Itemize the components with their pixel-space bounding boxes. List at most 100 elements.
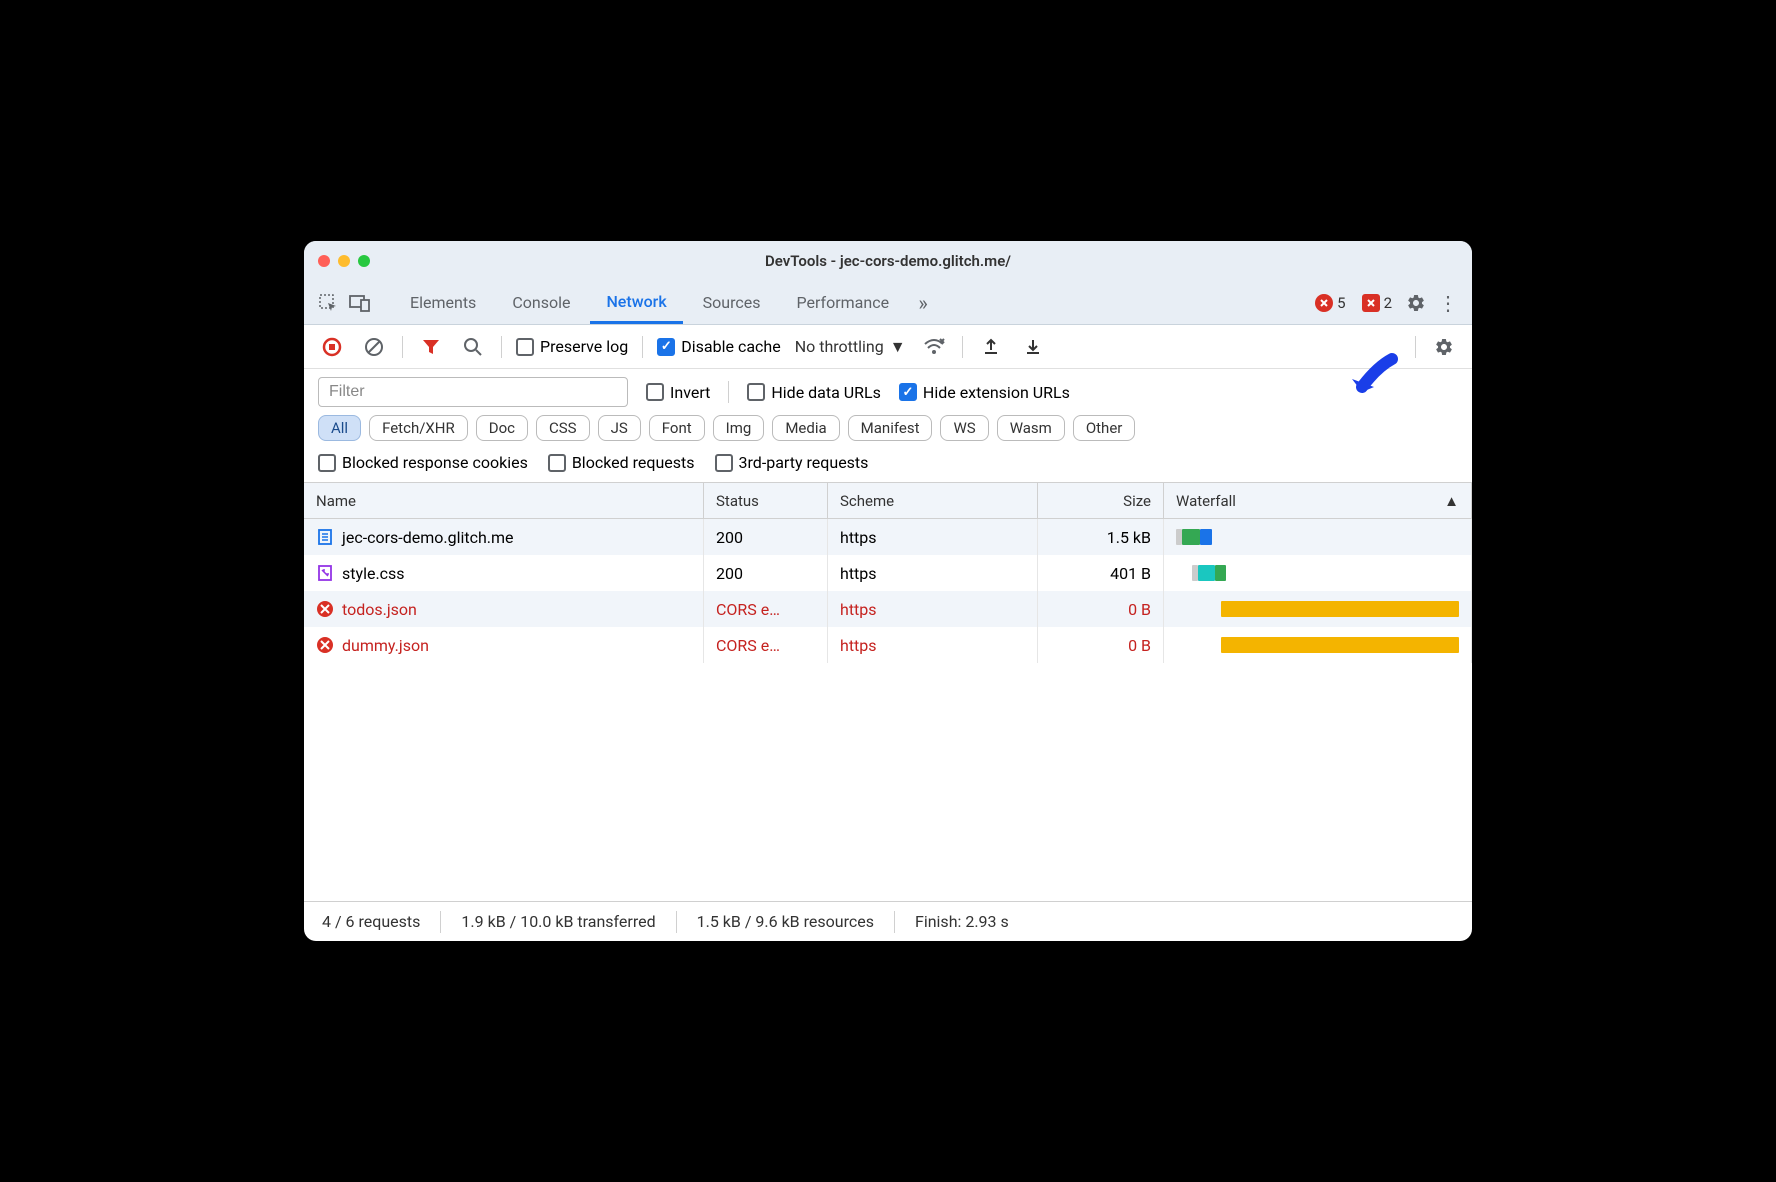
preserve-log-checkbox[interactable]: Preserve log — [516, 337, 628, 356]
request-name: dummy.json — [342, 636, 429, 655]
clear-button[interactable] — [360, 333, 388, 361]
disable-cache-label: Disable cache — [681, 337, 780, 356]
col-size[interactable]: Size — [1038, 483, 1164, 518]
chip-img[interactable]: Img — [713, 415, 765, 441]
col-name[interactable]: Name — [304, 483, 704, 518]
request-waterfall — [1164, 519, 1472, 555]
third-party-label: 3rd-party requests — [739, 453, 869, 472]
checkbox-checked-icon: ✓ — [657, 338, 675, 356]
table-header: Name Status Scheme Size Waterfall ▲ — [304, 483, 1472, 519]
checkbox-icon — [715, 454, 733, 472]
titlebar: DevTools - jec-cors-demo.glitch.me/ — [304, 241, 1472, 281]
request-scheme: https — [828, 519, 1038, 555]
kebab-menu-icon[interactable]: ⋮ — [1434, 289, 1462, 317]
hide-data-urls-checkbox[interactable]: Hide data URLs — [747, 383, 881, 402]
request-status: CORS e… — [704, 627, 828, 663]
col-scheme[interactable]: Scheme — [828, 483, 1038, 518]
status-requests: 4 / 6 requests — [322, 912, 420, 931]
chip-all[interactable]: All — [318, 415, 361, 441]
close-window-button[interactable] — [318, 255, 330, 267]
checkbox-icon — [516, 338, 534, 356]
tab-performance[interactable]: Performance — [781, 281, 906, 324]
error-count: 5 — [1337, 294, 1345, 312]
warning-icon — [1362, 294, 1380, 312]
settings-icon[interactable] — [1402, 289, 1430, 317]
request-size: 0 B — [1038, 627, 1164, 663]
request-name: todos.json — [342, 600, 417, 619]
checkbox-icon — [548, 454, 566, 472]
request-scheme: https — [828, 555, 1038, 591]
chip-other[interactable]: Other — [1073, 415, 1136, 441]
status-bar: 4 / 6 requests 1.9 kB / 10.0 kB transfer… — [304, 901, 1472, 941]
checkbox-checked-icon: ✓ — [899, 383, 917, 401]
chip-wasm[interactable]: Wasm — [997, 415, 1065, 441]
filter-icon[interactable] — [417, 333, 445, 361]
hide-extension-urls-checkbox[interactable]: ✓ Hide extension URLs — [899, 383, 1070, 402]
filter-input[interactable] — [318, 377, 628, 407]
request-scheme: https — [828, 627, 1038, 663]
request-waterfall — [1164, 591, 1472, 627]
warning-badge[interactable]: 2 — [1362, 294, 1392, 312]
chip-ws[interactable]: WS — [940, 415, 988, 441]
request-status: 200 — [704, 555, 828, 591]
hide-data-label: Hide data URLs — [771, 383, 881, 402]
status-transferred: 1.9 kB / 10.0 kB transferred — [461, 912, 655, 931]
third-party-checkbox[interactable]: 3rd-party requests — [715, 453, 869, 472]
main-tabs: Elements Console Network Sources Perform… — [304, 281, 1472, 325]
request-scheme: https — [828, 591, 1038, 627]
devtools-window: DevTools - jec-cors-demo.glitch.me/ Elem… — [304, 241, 1472, 941]
request-waterfall — [1164, 555, 1472, 591]
blocked-requests-checkbox[interactable]: Blocked requests — [548, 453, 695, 472]
minimize-window-button[interactable] — [338, 255, 350, 267]
chip-media[interactable]: Media — [772, 415, 839, 441]
search-icon[interactable] — [459, 333, 487, 361]
error-badge[interactable]: 5 — [1315, 294, 1345, 312]
throttling-select[interactable]: No throttling ▼ — [795, 337, 906, 357]
network-toolbar: Preserve log ✓ Disable cache No throttli… — [304, 325, 1472, 369]
col-status[interactable]: Status — [704, 483, 828, 518]
file-icon — [316, 528, 334, 546]
error-icon — [1315, 294, 1333, 312]
tab-console[interactable]: Console — [496, 281, 586, 324]
table-row[interactable]: style.css 200 https 401 B — [304, 555, 1472, 591]
chip-font[interactable]: Font — [649, 415, 705, 441]
file-icon — [316, 636, 334, 654]
disable-cache-checkbox[interactable]: ✓ Disable cache — [657, 337, 780, 356]
wifi-icon[interactable] — [920, 333, 948, 361]
record-button[interactable] — [318, 333, 346, 361]
blocked-cookies-checkbox[interactable]: Blocked response cookies — [318, 453, 528, 472]
request-waterfall — [1164, 627, 1472, 663]
request-name: jec-cors-demo.glitch.me — [342, 528, 514, 547]
invert-checkbox[interactable]: Invert — [646, 383, 710, 402]
more-tabs-icon[interactable]: » — [909, 289, 937, 317]
request-name: style.css — [342, 564, 405, 583]
chip-doc[interactable]: Doc — [476, 415, 528, 441]
chip-js[interactable]: JS — [598, 415, 641, 441]
window-title: DevTools - jec-cors-demo.glitch.me/ — [304, 252, 1472, 270]
sort-icon: ▲ — [1444, 492, 1459, 510]
device-toggle-icon[interactable] — [346, 289, 374, 317]
inspect-icon[interactable] — [314, 289, 342, 317]
tab-elements[interactable]: Elements — [394, 281, 492, 324]
extra-filters: Blocked response cookies Blocked request… — [304, 449, 1472, 483]
table-body: jec-cors-demo.glitch.me 200 https 1.5 kB… — [304, 519, 1472, 901]
chip-manifest[interactable]: Manifest — [848, 415, 933, 441]
annotation-arrow-icon — [1342, 347, 1402, 407]
chip-css[interactable]: CSS — [536, 415, 590, 441]
type-filter-chips: All Fetch/XHR Doc CSS JS Font Img Media Manifest… — [304, 415, 1472, 449]
upload-har-icon[interactable] — [977, 333, 1005, 361]
hide-ext-label: Hide extension URLs — [923, 383, 1070, 402]
col-waterfall[interactable]: Waterfall ▲ — [1164, 483, 1472, 518]
table-row[interactable]: dummy.json CORS e… https 0 B — [304, 627, 1472, 663]
tab-sources[interactable]: Sources — [687, 281, 777, 324]
invert-label: Invert — [670, 383, 710, 402]
tab-network[interactable]: Network — [590, 281, 682, 324]
network-settings-icon[interactable] — [1430, 333, 1458, 361]
table-row[interactable]: jec-cors-demo.glitch.me 200 https 1.5 kB — [304, 519, 1472, 555]
traffic-lights — [318, 255, 370, 267]
maximize-window-button[interactable] — [358, 255, 370, 267]
table-row[interactable]: todos.json CORS e… https 0 B — [304, 591, 1472, 627]
chip-fetchxhr[interactable]: Fetch/XHR — [369, 415, 468, 441]
download-har-icon[interactable] — [1019, 333, 1047, 361]
status-finish: Finish: 2.93 s — [915, 912, 1009, 931]
